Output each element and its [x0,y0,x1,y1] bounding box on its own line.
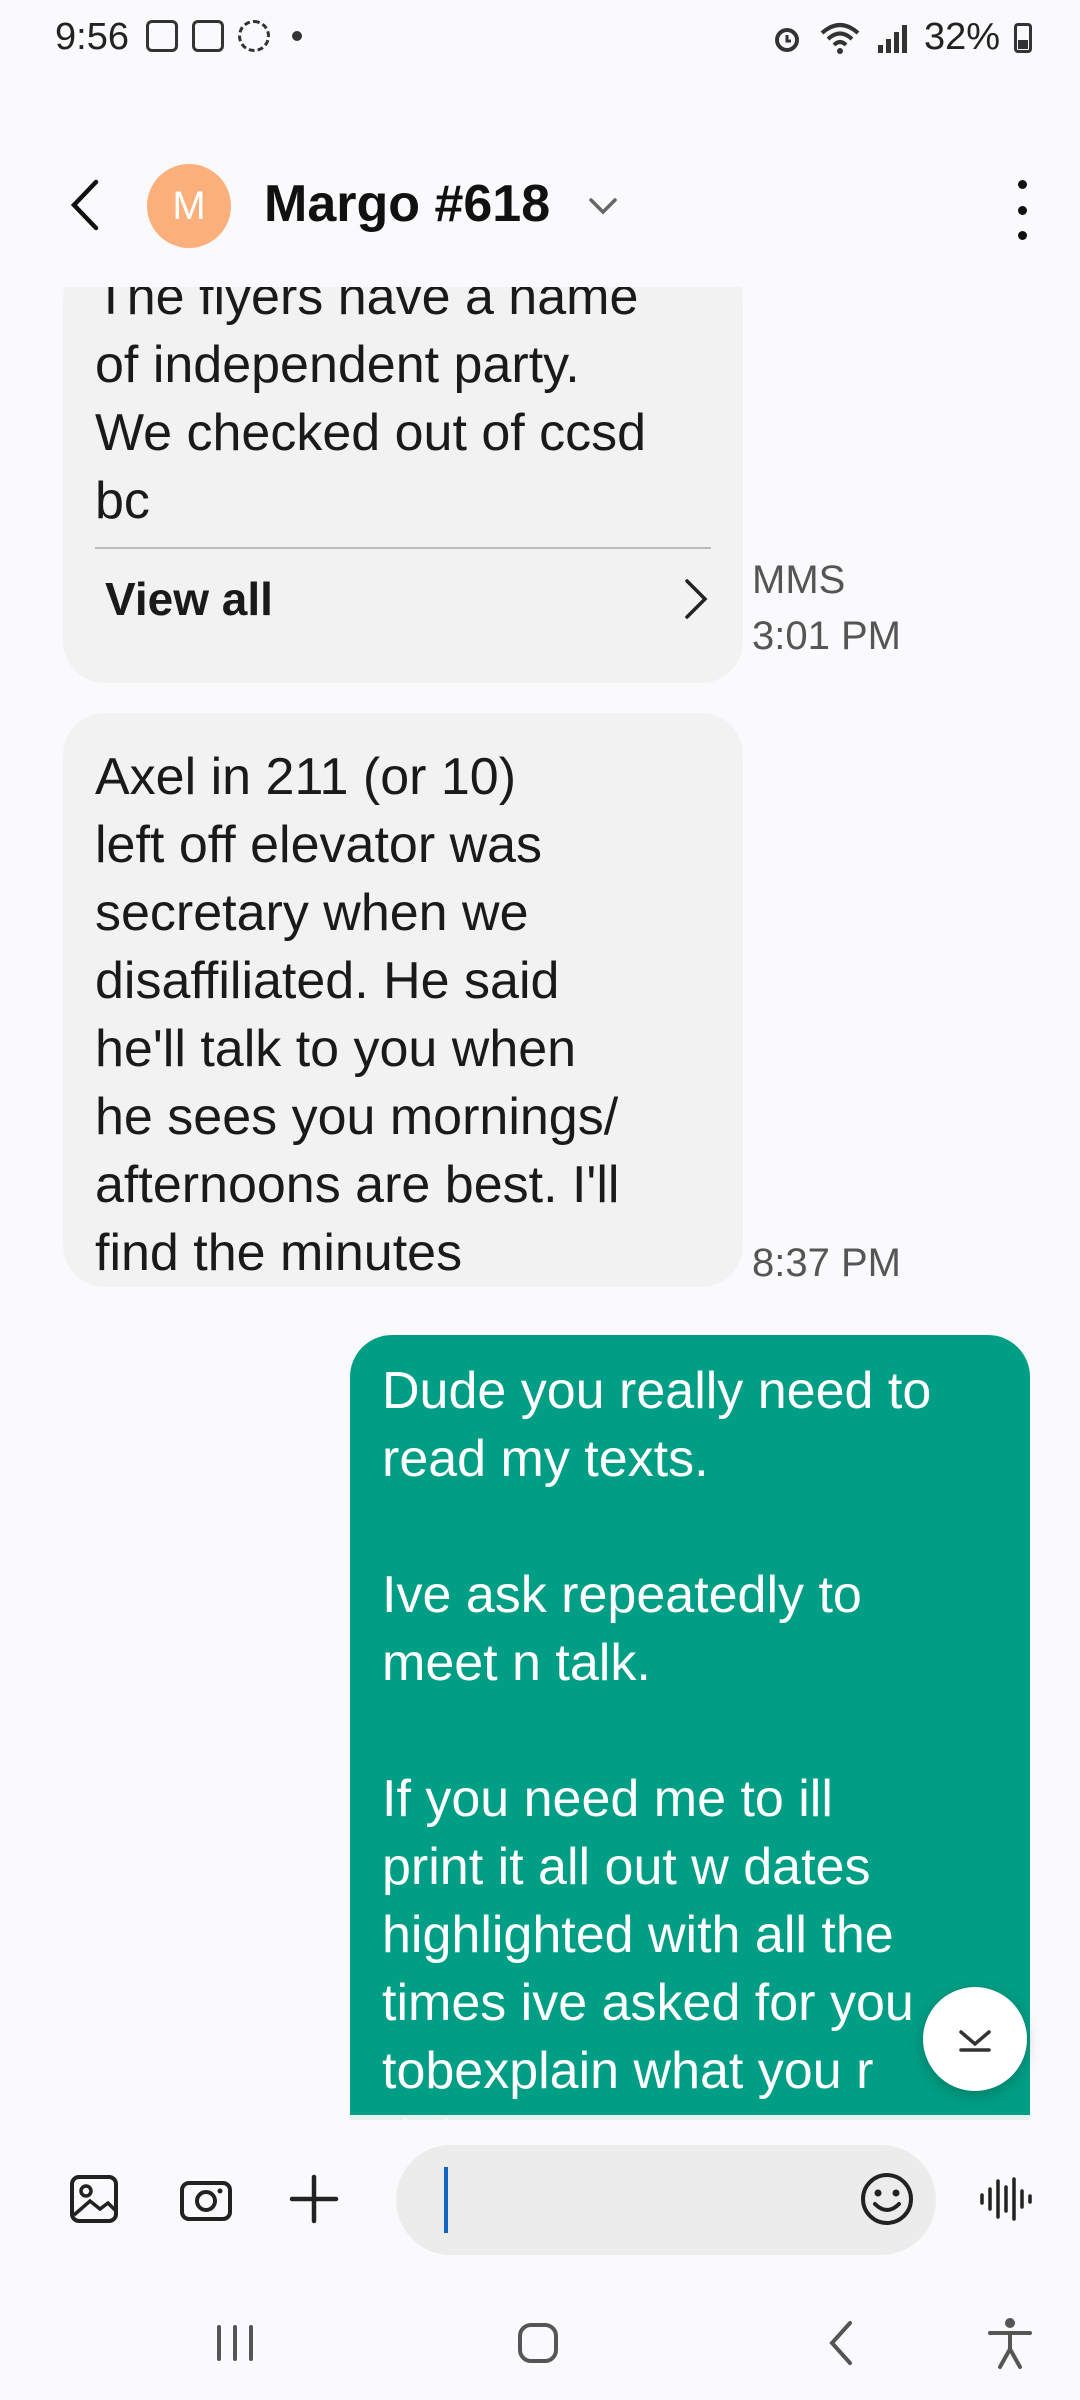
chevron-down-icon [959,2030,991,2052]
text-cursor [444,2167,448,2233]
view-all-button[interactable]: View all [95,549,711,649]
accessibility-icon[interactable] [980,2313,1040,2373]
voicemail-icon [192,20,224,52]
camera-icon[interactable] [176,2169,236,2229]
contact-name[interactable]: Margo #618 [264,174,550,234]
message-bubble-outgoing[interactable]: Dude you really need to read my texts. I… [350,1335,1030,2120]
message-meta: MMS 3:01 PM [752,552,901,664]
compose-bar [0,2115,1080,2285]
message-type-label: MMS [752,558,846,602]
navigation-bar [0,2285,1080,2400]
recents-icon[interactable] [205,2313,265,2373]
gallery-icon[interactable] [64,2169,124,2229]
more-options-icon[interactable] [1012,180,1032,240]
battery-icon [1014,22,1032,53]
dot-icon [292,31,302,41]
message-input[interactable] [396,2145,936,2255]
message-list[interactable]: The flyers have a name of independent pa… [0,287,1080,2120]
message-bubble-incoming[interactable]: Axel in 211 (or 10) left off elevator wa… [63,713,743,1287]
wifi-icon [820,22,860,54]
chevron-right-icon [685,579,708,619]
chevron-down-icon[interactable] [588,194,618,218]
gallery-icon [146,20,178,52]
back-icon[interactable] [812,2313,872,2373]
voice-record-icon[interactable] [974,2169,1034,2229]
view-all-label: View all [105,573,273,625]
message-text: The flyers have a name of independent pa… [95,287,647,530]
alarm-icon [774,27,799,52]
battery-percent: 32% [923,16,1000,58]
emoji-icon[interactable] [858,2170,916,2228]
back-arrow-icon[interactable] [58,176,116,234]
scroll-to-bottom-button[interactable] [923,1987,1027,2091]
message-time: 3:01 PM [752,614,901,658]
message-time: 8:37 PM [752,1241,901,1285]
home-icon[interactable] [508,2313,568,2373]
message-bubble-incoming[interactable]: The flyers have a name of independent pa… [63,287,743,683]
avatar[interactable]: M [147,164,231,248]
signal-icon [877,24,907,53]
conversation-header: M Margo #618 [0,150,1080,260]
sync-icon [238,20,270,52]
status-time: 9:56 [55,16,129,58]
status-bar: 9:56 32% [0,0,1080,80]
plus-icon[interactable] [284,2169,344,2229]
message-text: Axel in 211 (or 10) left off elevator wa… [95,748,620,1282]
